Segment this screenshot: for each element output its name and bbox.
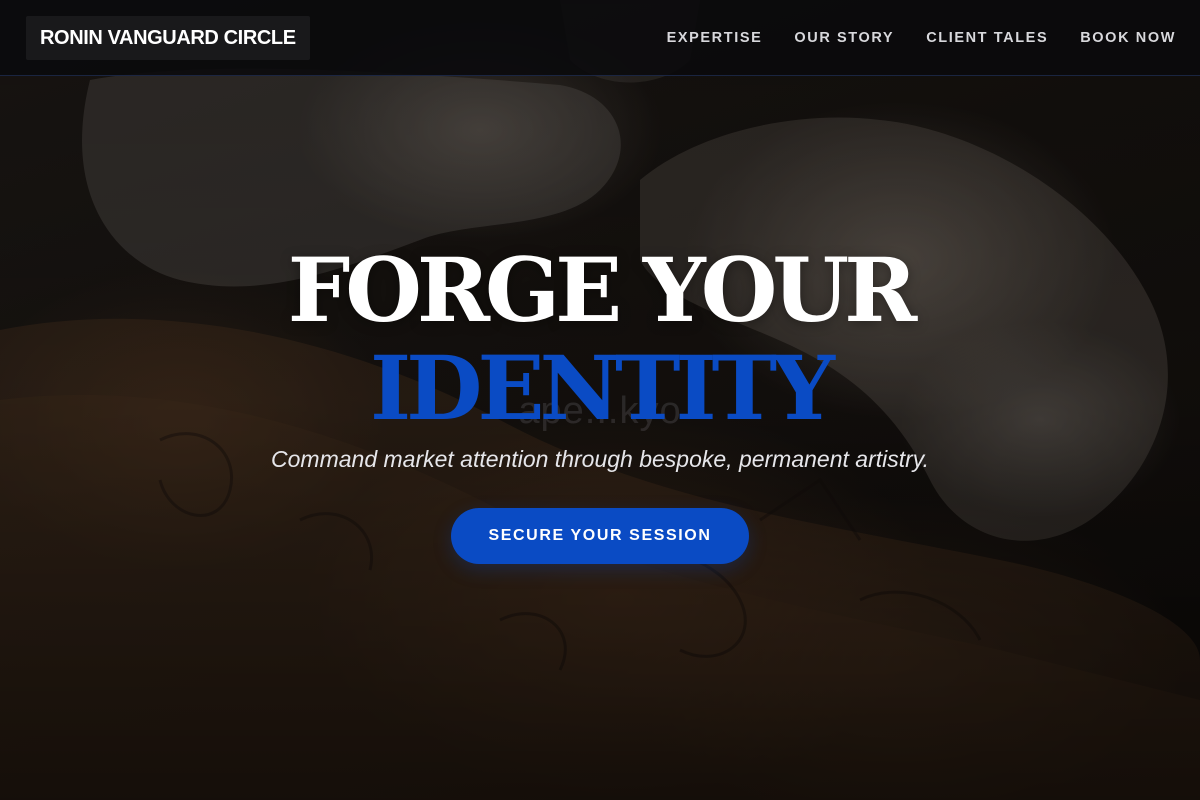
hero-tagline: Command market attention through bespoke… — [271, 446, 929, 472]
nav-link-our-story[interactable]: OUR STORY — [794, 30, 894, 46]
main-nav: EXPERTISE OUR STORY CLIENT TALES BOOK NO… — [667, 0, 1176, 76]
page: RONIN VANGUARD CIRCLE EXPERTISE OUR STOR… — [0, 0, 1200, 800]
hero-headline-line-1: FORGE YOUR — [287, 238, 917, 342]
nav-link-expertise[interactable]: EXPERTISE — [667, 30, 763, 46]
brand-logo-link[interactable]: RONIN VANGUARD CIRCLE — [26, 16, 310, 60]
nav-link-client-tales[interactable]: CLIENT TALES — [926, 30, 1048, 46]
nav-link-book-now[interactable]: BOOK NOW — [1080, 30, 1176, 46]
secure-session-button[interactable]: SECURE YOUR SESSION — [451, 508, 749, 564]
hero-section: FORGE YOUR ape...kyo IDENTITY Command ma… — [0, 0, 1200, 800]
site-header: RONIN VANGUARD CIRCLE EXPERTISE OUR STOR… — [0, 0, 1200, 76]
hero-headline-line-2: IDENTITY — [370, 336, 835, 440]
